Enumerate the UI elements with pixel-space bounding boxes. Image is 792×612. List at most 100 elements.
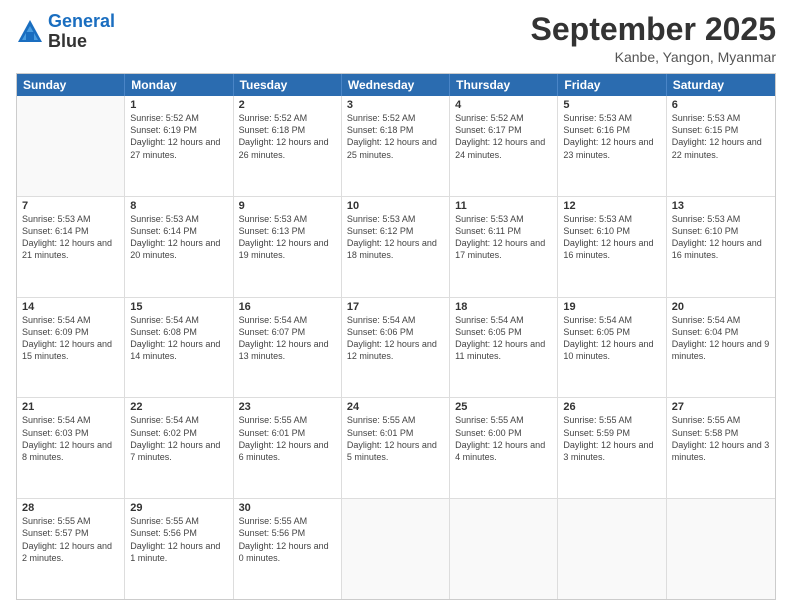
day-number: 16: [239, 301, 336, 313]
day-cell-6: 6Sunrise: 5:53 AM Sunset: 6:15 PM Daylig…: [667, 96, 775, 196]
day-cell-5: 5Sunrise: 5:53 AM Sunset: 6:16 PM Daylig…: [558, 96, 666, 196]
day-number: 14: [22, 301, 119, 313]
cell-info: Sunrise: 5:55 AM Sunset: 6:01 PM Dayligh…: [347, 414, 444, 463]
day-cell-21: 21Sunrise: 5:54 AM Sunset: 6:03 PM Dayli…: [17, 398, 125, 498]
day-number: 7: [22, 200, 119, 212]
day-cell-empty-4-6: [667, 499, 775, 599]
day-number: 4: [455, 99, 552, 111]
cell-info: Sunrise: 5:53 AM Sunset: 6:13 PM Dayligh…: [239, 213, 336, 262]
cell-info: Sunrise: 5:55 AM Sunset: 6:00 PM Dayligh…: [455, 414, 552, 463]
day-cell-empty-4-3: [342, 499, 450, 599]
cell-info: Sunrise: 5:54 AM Sunset: 6:03 PM Dayligh…: [22, 414, 119, 463]
cell-info: Sunrise: 5:54 AM Sunset: 6:04 PM Dayligh…: [672, 314, 770, 363]
day-cell-14: 14Sunrise: 5:54 AM Sunset: 6:09 PM Dayli…: [17, 298, 125, 398]
day-number: 9: [239, 200, 336, 212]
day-cell-22: 22Sunrise: 5:54 AM Sunset: 6:02 PM Dayli…: [125, 398, 233, 498]
day-cell-15: 15Sunrise: 5:54 AM Sunset: 6:08 PM Dayli…: [125, 298, 233, 398]
day-cell-13: 13Sunrise: 5:53 AM Sunset: 6:10 PM Dayli…: [667, 197, 775, 297]
cell-info: Sunrise: 5:55 AM Sunset: 5:56 PM Dayligh…: [130, 515, 227, 564]
page: General Blue September 2025 Kanbe, Yango…: [0, 0, 792, 612]
cell-info: Sunrise: 5:53 AM Sunset: 6:15 PM Dayligh…: [672, 112, 770, 161]
calendar-row-1: 7Sunrise: 5:53 AM Sunset: 6:14 PM Daylig…: [17, 197, 775, 298]
cell-info: Sunrise: 5:54 AM Sunset: 6:02 PM Dayligh…: [130, 414, 227, 463]
day-cell-4: 4Sunrise: 5:52 AM Sunset: 6:17 PM Daylig…: [450, 96, 558, 196]
header-cell-saturday: Saturday: [667, 74, 775, 96]
cell-info: Sunrise: 5:54 AM Sunset: 6:05 PM Dayligh…: [455, 314, 552, 363]
header-cell-friday: Friday: [558, 74, 666, 96]
day-number: 26: [563, 401, 660, 413]
month-title: September 2025: [531, 12, 776, 47]
day-number: 17: [347, 301, 444, 313]
cell-info: Sunrise: 5:53 AM Sunset: 6:14 PM Dayligh…: [22, 213, 119, 262]
day-number: 24: [347, 401, 444, 413]
cell-info: Sunrise: 5:52 AM Sunset: 6:17 PM Dayligh…: [455, 112, 552, 161]
day-number: 25: [455, 401, 552, 413]
day-cell-9: 9Sunrise: 5:53 AM Sunset: 6:13 PM Daylig…: [234, 197, 342, 297]
logo-text: General Blue: [48, 12, 115, 52]
day-number: 12: [563, 200, 660, 212]
cell-info: Sunrise: 5:53 AM Sunset: 6:10 PM Dayligh…: [563, 213, 660, 262]
cell-info: Sunrise: 5:54 AM Sunset: 6:07 PM Dayligh…: [239, 314, 336, 363]
logo: General Blue: [16, 12, 115, 52]
calendar-row-0: 1Sunrise: 5:52 AM Sunset: 6:19 PM Daylig…: [17, 96, 775, 197]
cell-info: Sunrise: 5:53 AM Sunset: 6:16 PM Dayligh…: [563, 112, 660, 161]
cell-info: Sunrise: 5:52 AM Sunset: 6:18 PM Dayligh…: [347, 112, 444, 161]
day-number: 20: [672, 301, 770, 313]
cell-info: Sunrise: 5:55 AM Sunset: 5:58 PM Dayligh…: [672, 414, 770, 463]
day-number: 11: [455, 200, 552, 212]
day-cell-empty-4-5: [558, 499, 666, 599]
day-number: 27: [672, 401, 770, 413]
cell-info: Sunrise: 5:53 AM Sunset: 6:14 PM Dayligh…: [130, 213, 227, 262]
day-cell-7: 7Sunrise: 5:53 AM Sunset: 6:14 PM Daylig…: [17, 197, 125, 297]
calendar-row-4: 28Sunrise: 5:55 AM Sunset: 5:57 PM Dayli…: [17, 499, 775, 599]
day-cell-29: 29Sunrise: 5:55 AM Sunset: 5:56 PM Dayli…: [125, 499, 233, 599]
day-number: 21: [22, 401, 119, 413]
day-cell-8: 8Sunrise: 5:53 AM Sunset: 6:14 PM Daylig…: [125, 197, 233, 297]
day-cell-3: 3Sunrise: 5:52 AM Sunset: 6:18 PM Daylig…: [342, 96, 450, 196]
day-cell-25: 25Sunrise: 5:55 AM Sunset: 6:00 PM Dayli…: [450, 398, 558, 498]
day-number: 15: [130, 301, 227, 313]
day-number: 29: [130, 502, 227, 514]
cell-info: Sunrise: 5:53 AM Sunset: 6:10 PM Dayligh…: [672, 213, 770, 262]
day-number: 28: [22, 502, 119, 514]
cell-info: Sunrise: 5:54 AM Sunset: 6:05 PM Dayligh…: [563, 314, 660, 363]
day-cell-18: 18Sunrise: 5:54 AM Sunset: 6:05 PM Dayli…: [450, 298, 558, 398]
day-cell-27: 27Sunrise: 5:55 AM Sunset: 5:58 PM Dayli…: [667, 398, 775, 498]
day-cell-23: 23Sunrise: 5:55 AM Sunset: 6:01 PM Dayli…: [234, 398, 342, 498]
header-cell-wednesday: Wednesday: [342, 74, 450, 96]
day-cell-1: 1Sunrise: 5:52 AM Sunset: 6:19 PM Daylig…: [125, 96, 233, 196]
day-cell-28: 28Sunrise: 5:55 AM Sunset: 5:57 PM Dayli…: [17, 499, 125, 599]
day-cell-10: 10Sunrise: 5:53 AM Sunset: 6:12 PM Dayli…: [342, 197, 450, 297]
header-cell-monday: Monday: [125, 74, 233, 96]
cell-info: Sunrise: 5:55 AM Sunset: 6:01 PM Dayligh…: [239, 414, 336, 463]
header-cell-thursday: Thursday: [450, 74, 558, 96]
day-cell-17: 17Sunrise: 5:54 AM Sunset: 6:06 PM Dayli…: [342, 298, 450, 398]
cell-info: Sunrise: 5:55 AM Sunset: 5:57 PM Dayligh…: [22, 515, 119, 564]
day-number: 5: [563, 99, 660, 111]
day-cell-11: 11Sunrise: 5:53 AM Sunset: 6:11 PM Dayli…: [450, 197, 558, 297]
cell-info: Sunrise: 5:54 AM Sunset: 6:09 PM Dayligh…: [22, 314, 119, 363]
cell-info: Sunrise: 5:53 AM Sunset: 6:11 PM Dayligh…: [455, 213, 552, 262]
day-cell-empty-0-0: [17, 96, 125, 196]
cell-info: Sunrise: 5:53 AM Sunset: 6:12 PM Dayligh…: [347, 213, 444, 262]
cell-info: Sunrise: 5:54 AM Sunset: 6:08 PM Dayligh…: [130, 314, 227, 363]
day-number: 22: [130, 401, 227, 413]
calendar-body: 1Sunrise: 5:52 AM Sunset: 6:19 PM Daylig…: [17, 96, 775, 599]
logo-line1: General: [48, 11, 115, 31]
day-cell-12: 12Sunrise: 5:53 AM Sunset: 6:10 PM Dayli…: [558, 197, 666, 297]
day-cell-24: 24Sunrise: 5:55 AM Sunset: 6:01 PM Dayli…: [342, 398, 450, 498]
day-number: 30: [239, 502, 336, 514]
cell-info: Sunrise: 5:54 AM Sunset: 6:06 PM Dayligh…: [347, 314, 444, 363]
title-block: September 2025 Kanbe, Yangon, Myanmar: [531, 12, 776, 65]
day-cell-30: 30Sunrise: 5:55 AM Sunset: 5:56 PM Dayli…: [234, 499, 342, 599]
day-number: 2: [239, 99, 336, 111]
logo-icon: [16, 18, 44, 46]
header-cell-sunday: Sunday: [17, 74, 125, 96]
day-number: 6: [672, 99, 770, 111]
day-number: 18: [455, 301, 552, 313]
calendar-row-3: 21Sunrise: 5:54 AM Sunset: 6:03 PM Dayli…: [17, 398, 775, 499]
day-number: 10: [347, 200, 444, 212]
day-cell-16: 16Sunrise: 5:54 AM Sunset: 6:07 PM Dayli…: [234, 298, 342, 398]
day-number: 13: [672, 200, 770, 212]
day-cell-20: 20Sunrise: 5:54 AM Sunset: 6:04 PM Dayli…: [667, 298, 775, 398]
